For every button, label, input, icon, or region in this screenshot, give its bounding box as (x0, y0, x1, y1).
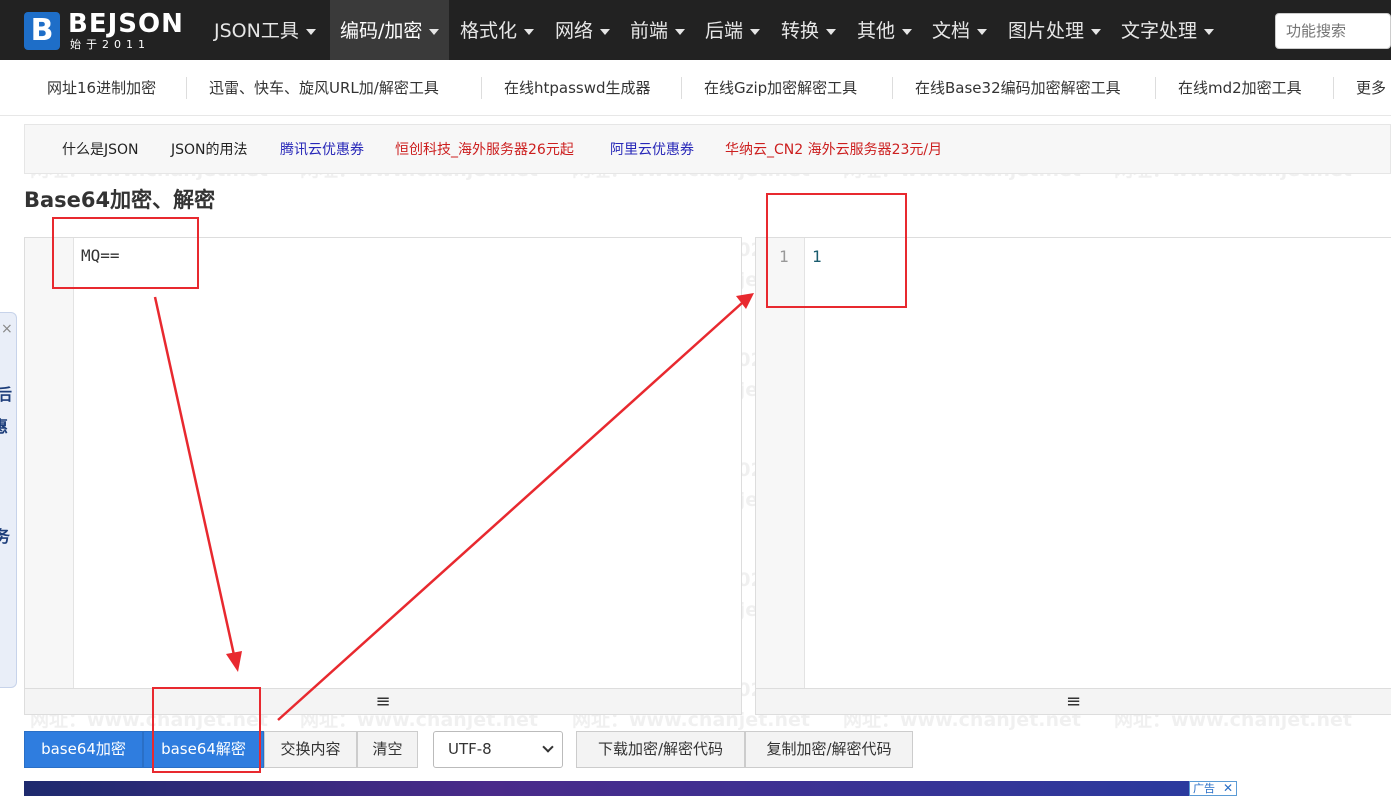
output-editor[interactable]: 1 1 ≡ (755, 237, 1391, 715)
side-float-widget[interactable]: × 后 惠 务 (0, 312, 17, 688)
input-editor[interactable]: MQ== ≡ (24, 237, 742, 715)
link-huanayun[interactable]: 华纳云_CN2 海外云服务器23元/月 (725, 141, 942, 159)
clear-button[interactable]: 清空 (357, 731, 418, 768)
output-resize-handle[interactable]: ≡ (756, 688, 1391, 714)
caret-down-icon (826, 28, 837, 35)
annotation-box-decode (152, 687, 261, 773)
feature-search-input[interactable] (1275, 13, 1391, 49)
logo[interactable]: B BEJSON 始于2011 (24, 10, 183, 52)
link-aliyun-coupon[interactable]: 阿里云优惠券 (610, 141, 694, 159)
caret-down-icon (305, 28, 316, 35)
copy-code-button[interactable]: 复制加密/解密代码 (745, 731, 913, 768)
caret-down-icon (1091, 28, 1102, 35)
nav-docs[interactable]: 文档 (932, 0, 988, 60)
nav-image[interactable]: 图片处理 (1008, 0, 1102, 60)
swap-content-button[interactable]: 交换内容 (264, 731, 357, 768)
link-tencent-coupon[interactable]: 腾讯云优惠券 (280, 141, 364, 159)
nav-convert[interactable]: 转换 (781, 0, 837, 60)
subnav-item[interactable]: 在线Base32编码加密解密工具 (915, 78, 1121, 98)
link-json-usage[interactable]: JSON的用法 (171, 141, 248, 159)
logo-tagline: 始于2011 (70, 38, 150, 51)
annotation-box-input (52, 217, 199, 289)
divider (1155, 77, 1156, 99)
caret-down-icon (524, 28, 535, 35)
input-resize-handle[interactable]: ≡ (25, 688, 741, 714)
nav-network[interactable]: 网络 (555, 0, 611, 60)
caret-down-icon (750, 28, 761, 35)
close-icon[interactable]: ✕ (1223, 782, 1233, 795)
ad-label: 广告 ✕ (1189, 781, 1237, 796)
link-bar: 什么是JSON JSON的用法 腾讯云优惠券 恒创科技_海外服务器26元起 阿里… (24, 124, 1391, 174)
logo-text: BEJSON (68, 9, 184, 39)
nav-other[interactable]: 其他 (857, 0, 913, 60)
nav-text[interactable]: 文字处理 (1121, 0, 1215, 60)
sub-navbar: 网址16进制加密 迅雷、快车、旋风URL加/解密工具 在线htpasswd生成器… (0, 60, 1391, 116)
download-code-button[interactable]: 下载加密/解密代码 (576, 731, 745, 768)
charset-selected-value: UTF-8 (448, 740, 492, 758)
subnav-item[interactable]: 在线md2加密工具 (1178, 78, 1302, 98)
link-hengchuang[interactable]: 恒创科技_海外服务器26元起 (395, 141, 574, 159)
top-navbar: B BEJSON 始于2011 JSON工具 编码/加密 格式化 网络 前端 后… (0, 0, 1391, 60)
caret-down-icon (902, 28, 913, 35)
subnav-item[interactable]: 在线htpasswd生成器 (504, 78, 651, 98)
divider (186, 77, 187, 99)
side-widget-char: 务 (0, 527, 11, 546)
nav-frontend[interactable]: 前端 (630, 0, 686, 60)
subnav-item[interactable]: 网址16进制加密 (47, 78, 156, 98)
divider (892, 77, 893, 99)
divider (681, 77, 682, 99)
side-widget-char: 惠 (0, 417, 9, 436)
caret-down-icon (429, 28, 440, 35)
editor-gutter (25, 238, 74, 688)
divider (481, 77, 482, 99)
nav-format[interactable]: 格式化 (460, 0, 535, 60)
page-title: Base64加密、解密 (24, 188, 216, 212)
subnav-item[interactable]: 迅雷、快车、旋风URL加/解密工具 (209, 78, 439, 98)
caret-down-icon (1204, 28, 1215, 35)
nav-encode-encrypt[interactable]: 编码/加密 (330, 0, 450, 60)
base64-encode-button[interactable]: base64加密 (24, 731, 143, 768)
subnav-item[interactable]: 在线Gzip加密解密工具 (704, 78, 857, 98)
nav-json-tools[interactable]: JSON工具 (214, 0, 316, 60)
subnav-more[interactable]: 更多 (1356, 78, 1386, 98)
caret-down-icon (600, 28, 611, 35)
divider (1333, 77, 1334, 99)
annotation-box-output (766, 193, 907, 308)
charset-select[interactable]: UTF-8 (433, 731, 563, 768)
side-widget-char: 后 (0, 385, 13, 404)
ad-banner[interactable] (24, 781, 1189, 796)
logo-icon: B (24, 12, 60, 50)
close-icon[interactable]: × (1, 321, 13, 337)
nav-backend[interactable]: 后端 (705, 0, 761, 60)
link-what-is-json[interactable]: 什么是JSON (62, 141, 139, 159)
chevron-down-icon (542, 741, 554, 753)
caret-down-icon (977, 28, 988, 35)
caret-down-icon (675, 28, 686, 35)
